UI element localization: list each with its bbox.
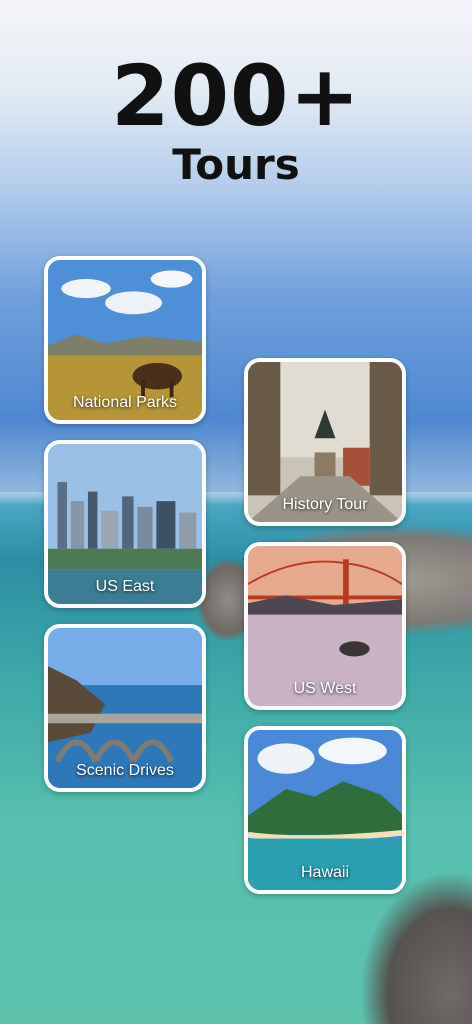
tour-card-label: US East <box>95 578 155 595</box>
tour-card-history-tour[interactable]: History Tour <box>244 358 406 526</box>
tour-card-label: Scenic Drives <box>76 762 174 779</box>
tour-card-label: National Parks <box>72 394 178 411</box>
tour-card-scenic-drives[interactable]: Scenic Drives <box>44 624 206 792</box>
tour-card-us-east[interactable]: US East <box>44 440 206 608</box>
foreground-rock <box>362 874 472 1024</box>
tour-count-heading: 200+ <box>111 47 361 145</box>
tour-card-us-west[interactable]: US West <box>244 542 406 710</box>
tour-card-national-parks[interactable]: National Parks <box>44 256 206 424</box>
tour-card-label: History Tour <box>282 496 368 513</box>
tour-card-hawaii[interactable]: Hawaii <box>244 726 406 894</box>
tour-card-label: Hawaii <box>300 864 349 881</box>
tours-subheading: Tours <box>172 140 300 189</box>
tour-card-label: US West <box>293 680 357 697</box>
